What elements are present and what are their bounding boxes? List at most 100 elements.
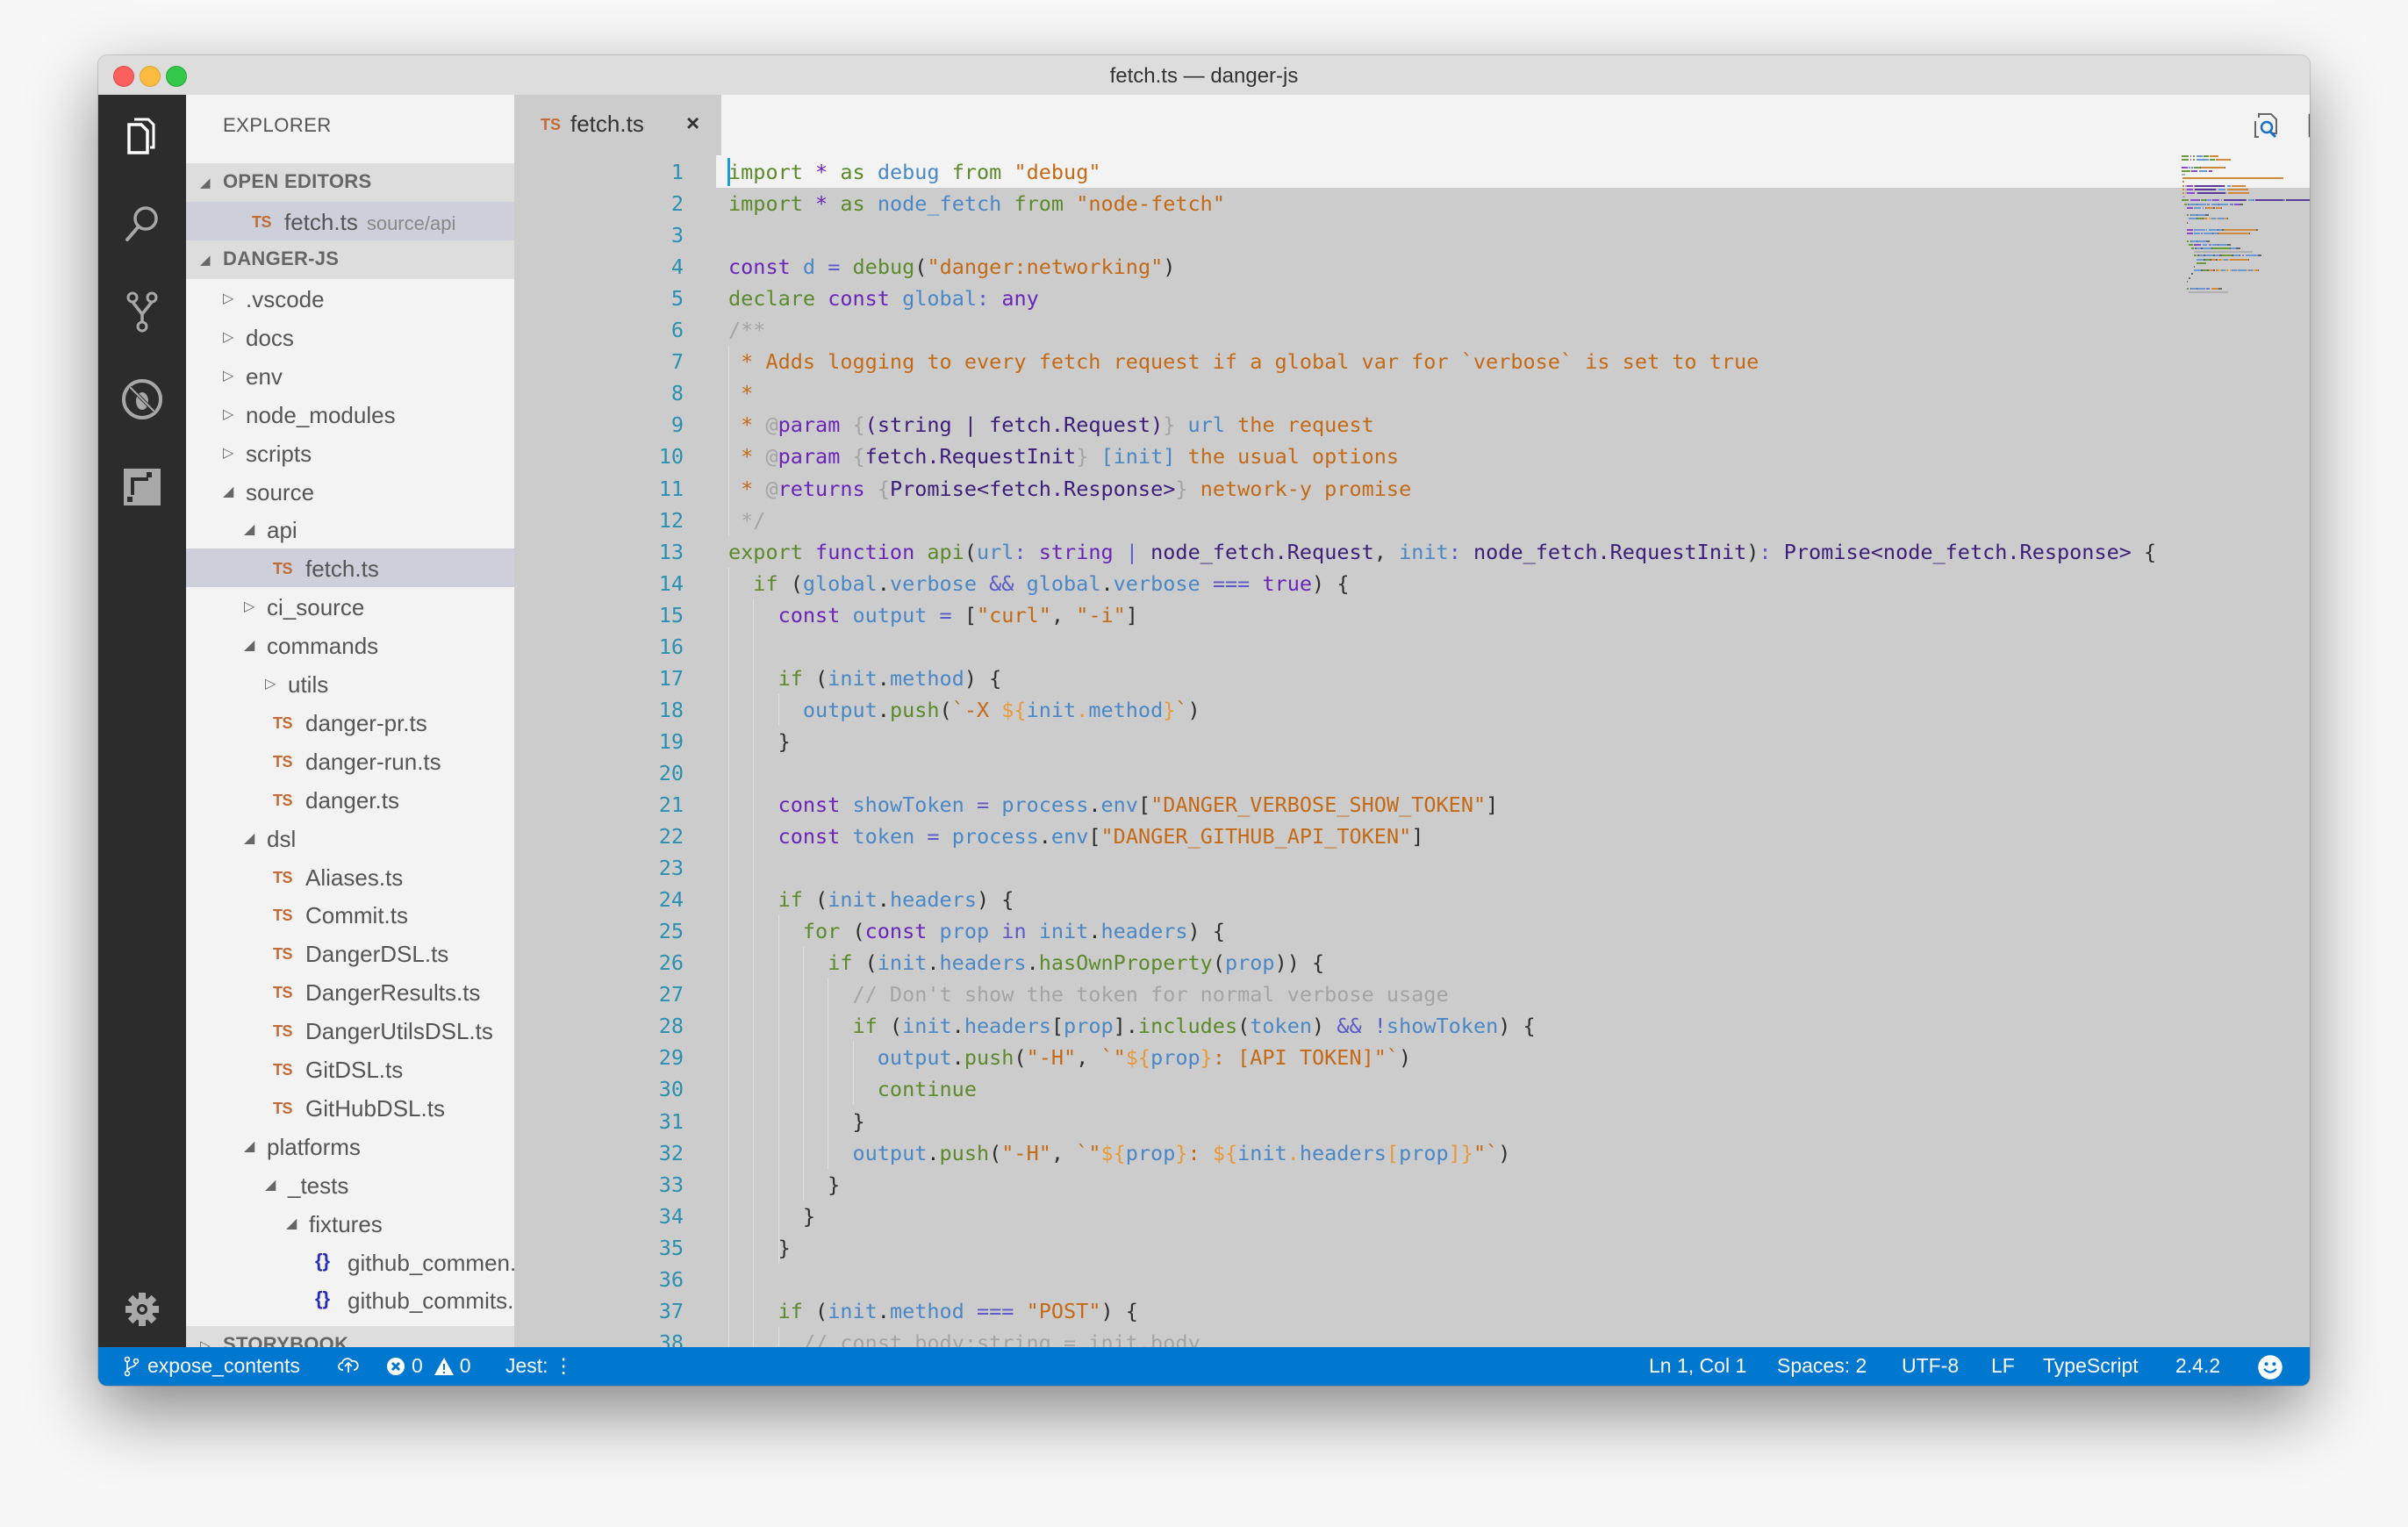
jest-status[interactable]: Jest: ⋮ xyxy=(505,1354,574,1378)
code-editor[interactable]: 1 import * as debug from "debug" 2 import *… xyxy=(514,155,2310,1347)
indentation[interactable]: Spaces: 2 xyxy=(1777,1354,1867,1378)
minimap-token xyxy=(2197,288,2205,290)
preview-search-icon[interactable] xyxy=(2252,111,2282,140)
tree-folder[interactable]: ▷ ci_source xyxy=(186,587,514,626)
tree-folder[interactable]: ▷ scripts xyxy=(186,434,514,472)
minimap-token xyxy=(2226,184,2231,187)
minimap-token xyxy=(2247,258,2249,261)
minimap-token xyxy=(2182,192,2184,194)
expand-triangle-icon[interactable]: ▷ xyxy=(223,328,233,346)
minimap[interactable] xyxy=(2182,155,2310,366)
expand-triangle-icon[interactable]: ▷ xyxy=(223,444,233,462)
open-editors-header[interactable]: ◢ OPEN EDITORS xyxy=(186,163,514,202)
tree-file[interactable]: TS danger.ts xyxy=(186,780,514,819)
collapse-triangle-icon[interactable]: ◢ xyxy=(286,1215,297,1232)
minimap-token xyxy=(2189,203,2197,205)
tree-file[interactable]: TS Aliases.ts xyxy=(186,857,514,896)
tree-folder[interactable]: ▷ node_modules xyxy=(186,395,514,434)
extensions-icon[interactable] xyxy=(120,465,164,509)
tab-fetch-ts[interactable]: TS fetch.ts × xyxy=(514,95,721,155)
sync-button[interactable] xyxy=(338,1354,359,1375)
tree-item-label: api xyxy=(267,517,297,544)
line-number: 16 xyxy=(658,634,684,659)
tree-folder[interactable]: ◢ source xyxy=(186,472,514,511)
typescript-file-icon: TS xyxy=(273,1099,293,1117)
language-mode[interactable]: TypeScript xyxy=(2043,1354,2139,1378)
open-editor-item[interactable]: TS fetch.ts source/api xyxy=(186,202,514,240)
minimap-token xyxy=(2191,273,2193,276)
minimap-token xyxy=(2222,254,2232,257)
tree-folder[interactable]: ▷ .vscode xyxy=(186,279,514,318)
minimap-token xyxy=(2212,247,2230,249)
minimap-token xyxy=(2194,233,2200,235)
cursor-position[interactable]: Ln 1, Col 1 xyxy=(1649,1354,1746,1378)
files-icon[interactable] xyxy=(120,114,164,158)
tree-folder[interactable]: ▷ utils xyxy=(186,664,514,703)
storybook-header[interactable]: ▷ STORYBOOK xyxy=(186,1326,514,1347)
tree-file[interactable]: TS fetch.ts xyxy=(186,548,514,588)
expand-triangle-icon[interactable]: ▷ xyxy=(223,367,233,384)
tree-file[interactable]: TS danger-pr.ts xyxy=(186,703,514,742)
project-header[interactable]: ◢ DANGER-JS xyxy=(186,240,514,279)
typescript-version[interactable]: 2.4.2 xyxy=(2175,1354,2220,1378)
tree-folder[interactable]: ◢ api xyxy=(186,510,514,548)
tree-folder[interactable]: ▷ env xyxy=(186,356,514,395)
tree-file[interactable]: {} github_commen... xyxy=(186,1243,514,1281)
close-tab-icon[interactable]: × xyxy=(686,110,699,137)
tree-folder[interactable]: ◢ _tests xyxy=(186,1165,514,1204)
minimap-token xyxy=(2228,192,2249,194)
search-icon[interactable] xyxy=(120,202,164,246)
tree-file[interactable]: TS DangerDSL.ts xyxy=(186,934,514,972)
minimap-token xyxy=(2232,184,2246,187)
minimap-token xyxy=(2189,159,2192,161)
collapse-triangle-icon[interactable]: ◢ xyxy=(244,520,254,538)
tree-file[interactable]: TS DangerUtilsDSL.ts xyxy=(186,1011,514,1050)
collapse-triangle-icon[interactable]: ◢ xyxy=(223,483,233,500)
expand-triangle-icon[interactable]: ▷ xyxy=(223,290,233,307)
code-line: for (const prop in init.headers) { xyxy=(802,919,1225,944)
tree-folder[interactable]: ◢ platforms xyxy=(186,1127,514,1165)
minimap-token xyxy=(2212,199,2220,202)
collapse-triangle-icon[interactable]: ◢ xyxy=(244,636,254,654)
tree-file[interactable]: TS danger-run.ts xyxy=(186,742,514,780)
collapse-triangle-icon[interactable]: ◢ xyxy=(265,1176,276,1194)
collapse-triangle-icon[interactable]: ◢ xyxy=(244,829,254,847)
tree-file[interactable]: TS GitHubDSL.ts xyxy=(186,1088,514,1127)
expand-triangle-icon[interactable]: ▷ xyxy=(244,598,254,615)
tree-file[interactable]: TS GitDSL.ts xyxy=(186,1050,514,1088)
debug-icon[interactable] xyxy=(120,377,164,421)
minimap-token xyxy=(2216,159,2231,161)
minimap-token xyxy=(2197,203,2206,205)
code-line: declare const global: any xyxy=(728,286,1039,312)
tree-file[interactable]: {} github_commits... xyxy=(186,1280,514,1319)
tree-folder[interactable]: ◢ fixtures xyxy=(186,1204,514,1243)
expand-triangle-icon[interactable]: ▷ xyxy=(223,405,233,423)
line-number: 12 xyxy=(658,507,684,533)
status-bar: expose_contents 0 0 Jest: ⋮ Ln 1, Col 1 … xyxy=(98,1347,2310,1386)
git-branch-icon[interactable] xyxy=(120,290,164,333)
typescript-file-icon: TS xyxy=(541,116,562,133)
tree-folder[interactable]: ◢ commands xyxy=(186,626,514,664)
tree-file[interactable]: TS Commit.ts xyxy=(186,895,514,934)
tree-folder[interactable]: ◢ dsl xyxy=(186,819,514,857)
code-line: if (init.headers) { xyxy=(778,887,1014,913)
minimap-token xyxy=(2210,199,2211,202)
gear-icon[interactable] xyxy=(120,1287,164,1331)
branch-indicator[interactable]: expose_contents xyxy=(121,1354,300,1378)
line-number: 14 xyxy=(658,570,684,596)
code-line: } xyxy=(728,1108,865,1134)
line-number: 17 xyxy=(658,665,684,691)
problems-indicator[interactable]: 0 0 xyxy=(385,1354,471,1378)
encoding[interactable]: UTF-8 xyxy=(1902,1354,1959,1378)
collapse-triangle-icon[interactable]: ◢ xyxy=(244,1137,254,1155)
tree-item-label: danger.ts xyxy=(305,786,399,814)
expand-triangle-icon[interactable]: ▷ xyxy=(265,675,276,692)
typescript-file-icon: TS xyxy=(273,713,293,732)
line-ending[interactable]: LF xyxy=(1991,1354,2015,1378)
git-branch-icon xyxy=(124,1356,140,1376)
tree-file[interactable]: TS DangerResults.ts xyxy=(186,972,514,1011)
minimap-token xyxy=(2223,229,2257,231)
tree-folder[interactable]: ▷ docs xyxy=(186,318,514,356)
feedback-button[interactable] xyxy=(2257,1354,2283,1380)
split-editor-icon[interactable] xyxy=(2307,111,2310,140)
